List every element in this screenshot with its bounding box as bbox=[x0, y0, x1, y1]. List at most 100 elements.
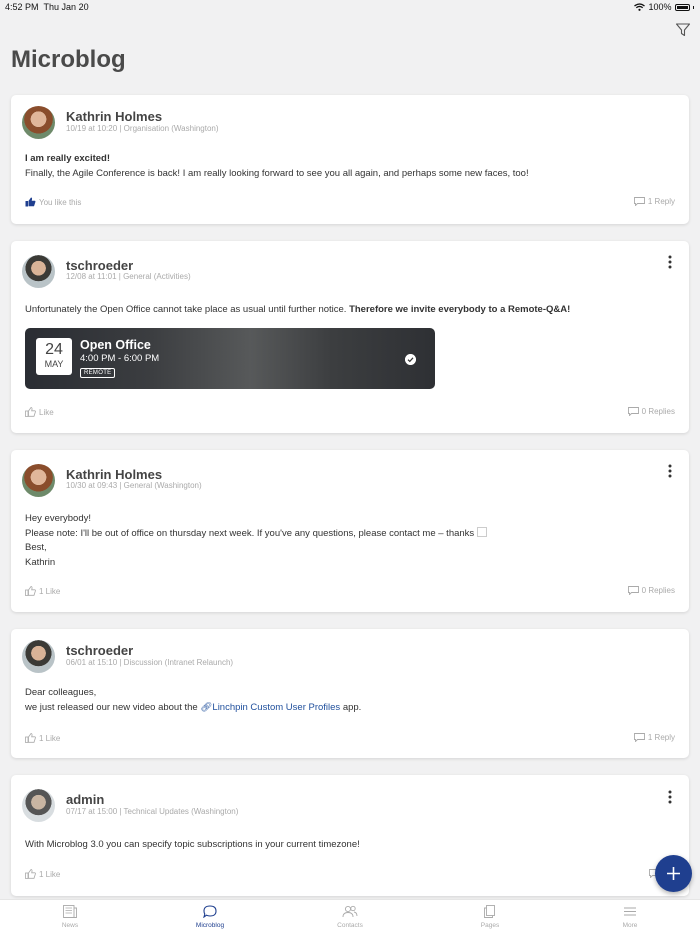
emoji-placeholder-icon bbox=[476, 526, 487, 537]
microblog-icon bbox=[203, 905, 217, 918]
tab-more[interactable]: More bbox=[560, 900, 700, 934]
post-line: Best, bbox=[25, 542, 47, 553]
status-indicators: 100% bbox=[634, 2, 694, 12]
like-label: You like this bbox=[39, 197, 82, 207]
reply-label: 1 Reply bbox=[647, 733, 675, 742]
post-author[interactable]: Kathrin Holmes bbox=[66, 467, 162, 482]
status-clock: 4:52 PM bbox=[5, 2, 39, 12]
reply-label: 0 Replies bbox=[641, 586, 675, 595]
like-button[interactable]: 1 Like bbox=[25, 733, 60, 743]
post-author[interactable]: admin bbox=[66, 792, 104, 807]
post-body: Dear colleagues, we just released our ne… bbox=[25, 686, 675, 715]
post-body: With Microblog 3.0 you can specify topic… bbox=[25, 839, 360, 850]
reply-button[interactable]: 0 Replies bbox=[627, 407, 675, 416]
like-button[interactable]: 1 Like bbox=[25, 586, 60, 596]
post-text-bold: Therefore we invite everybody to a Remot… bbox=[349, 304, 571, 315]
post-meta: 10/30 at 09:43 | General (Washington) bbox=[66, 481, 202, 490]
avatar[interactable] bbox=[22, 464, 55, 497]
tab-label: Contacts bbox=[337, 922, 363, 929]
post-card: admin 07/17 at 15:00 | Technical Updates… bbox=[11, 775, 689, 896]
reply-button[interactable]: 1 Reply bbox=[633, 733, 675, 742]
post-meta: 06/01 at 15:10 | Discussion (Intranet Re… bbox=[66, 658, 234, 667]
post-meta: 07/17 at 15:00 | Technical Updates (Wash… bbox=[66, 807, 239, 816]
status-bar: 4:52 PM Thu Jan 20 100% bbox=[0, 0, 700, 14]
reply-button[interactable]: 0 Replies bbox=[627, 586, 675, 595]
like-label: 1 Like bbox=[39, 869, 61, 879]
thumbs-up-icon bbox=[25, 586, 36, 596]
pages-icon bbox=[484, 905, 495, 918]
post-line-text: we just released our new video about the bbox=[25, 701, 201, 713]
tab-pages[interactable]: Pages bbox=[420, 900, 560, 934]
avatar[interactable] bbox=[22, 106, 55, 139]
post-body: Unfortunately the Open Office cannot tak… bbox=[25, 303, 675, 318]
post-line: Kathrin bbox=[25, 556, 56, 568]
more-options-icon[interactable] bbox=[668, 255, 672, 269]
comment-icon bbox=[627, 407, 639, 416]
comment-icon bbox=[627, 586, 639, 595]
post-author[interactable]: Kathrin Holmes bbox=[66, 109, 162, 124]
like-label: 1 Like bbox=[39, 733, 61, 743]
post-meta: 10/19 at 10:20 | Organisation (Washingto… bbox=[66, 124, 219, 133]
event-day: 24 bbox=[45, 341, 63, 358]
battery-icon bbox=[674, 3, 690, 11]
tab-label: News bbox=[61, 922, 79, 929]
event-month: MAY bbox=[44, 359, 64, 369]
post-line-text: Please note: I'll be out of office on th… bbox=[25, 527, 475, 539]
avatar[interactable] bbox=[22, 789, 55, 822]
avatar[interactable] bbox=[22, 640, 55, 673]
like-button[interactable]: 1 Like bbox=[25, 869, 60, 879]
more-icon bbox=[624, 907, 636, 916]
post-card: tschroeder 06/01 at 15:10 | Discussion (… bbox=[11, 629, 689, 758]
post-text: Finally, the Agile Conference is back! I… bbox=[25, 167, 529, 179]
event-tag: REMOTE bbox=[80, 368, 116, 378]
news-icon bbox=[63, 905, 77, 918]
comment-icon bbox=[633, 733, 645, 742]
tab-bar: News Microblog Contacts Pages More bbox=[0, 899, 700, 934]
link-icon: 🔗︎ bbox=[200, 701, 213, 713]
post-headline: I am really excited! bbox=[25, 153, 111, 164]
avatar[interactable] bbox=[22, 255, 55, 288]
post-body: I am really excited! Finally, the Agile … bbox=[25, 152, 675, 181]
post-line-text: app. bbox=[340, 701, 362, 713]
thumbs-up-icon bbox=[25, 407, 36, 417]
tab-contacts[interactable]: Contacts bbox=[280, 900, 420, 934]
reply-button[interactable]: 1 Reply bbox=[633, 197, 675, 206]
check-icon[interactable] bbox=[405, 354, 416, 365]
post-card: Kathrin Holmes 10/30 at 09:43 | General … bbox=[11, 450, 689, 612]
new-post-button[interactable] bbox=[655, 855, 692, 892]
tab-news[interactable]: News bbox=[0, 900, 140, 934]
contacts-icon bbox=[342, 905, 358, 918]
post-line: Please note: I'll be out of office on th… bbox=[25, 526, 675, 542]
tab-microblog[interactable]: Microblog bbox=[140, 900, 280, 934]
more-options-icon[interactable] bbox=[668, 464, 672, 478]
post-meta: 12/08 at 11:01 | General (Activities) bbox=[66, 272, 191, 281]
like-label: 1 Like bbox=[39, 586, 61, 596]
tab-label: Pages bbox=[480, 922, 500, 929]
filter-icon[interactable] bbox=[675, 22, 691, 38]
post-author[interactable]: tschroeder bbox=[66, 643, 133, 658]
comment-icon bbox=[633, 197, 645, 206]
post-text: Unfortunately the Open Office cannot tak… bbox=[25, 304, 350, 315]
post-card: Kathrin Holmes 10/19 at 10:20 | Organisa… bbox=[11, 95, 689, 224]
thumbs-up-icon bbox=[25, 869, 36, 879]
post-author[interactable]: tschroeder bbox=[66, 258, 133, 273]
post-line: we just released our new video about the… bbox=[25, 701, 675, 716]
like-button[interactable]: Like bbox=[25, 407, 54, 417]
reply-label: 1 Reply bbox=[647, 197, 675, 206]
reply-label: 0 Replies bbox=[641, 407, 675, 416]
tab-label: More bbox=[622, 922, 638, 929]
plus-icon bbox=[667, 867, 680, 880]
wifi-icon bbox=[634, 3, 646, 11]
thumbs-up-icon bbox=[25, 733, 36, 743]
post-line: Hey everybody! bbox=[25, 513, 92, 524]
thumbs-up-icon bbox=[25, 197, 36, 207]
battery-tip bbox=[692, 5, 694, 9]
like-label: Like bbox=[39, 407, 54, 417]
tab-label: Microblog bbox=[195, 922, 225, 929]
more-options-icon[interactable] bbox=[668, 790, 672, 804]
profile-link[interactable]: Linchpin Custom User Profiles bbox=[212, 702, 340, 713]
event-title: Open Office bbox=[80, 338, 151, 352]
like-button[interactable]: You like this bbox=[25, 197, 81, 207]
event-card[interactable]: 24 MAY Open Office 4:00 PM - 6:00 PM REM… bbox=[25, 328, 435, 389]
post-line: Dear colleagues, bbox=[25, 687, 97, 698]
